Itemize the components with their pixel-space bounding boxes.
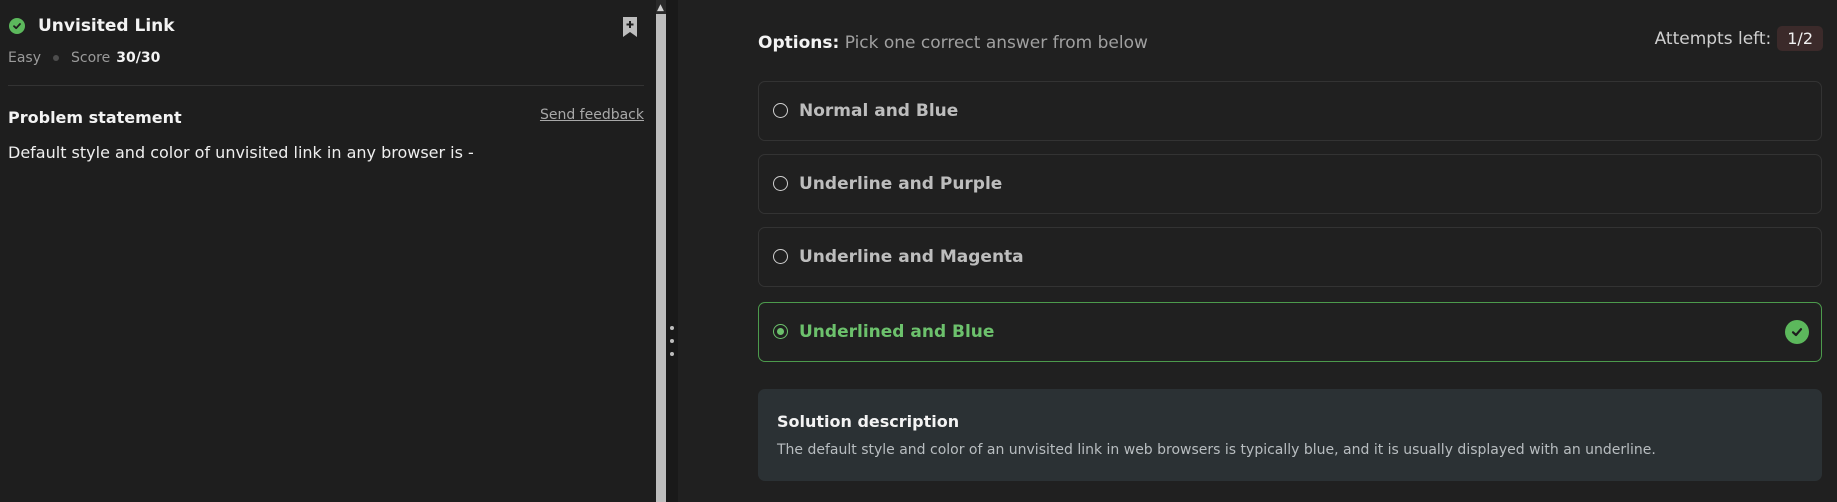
panel-resize-handle[interactable]: [666, 0, 678, 502]
radio-button[interactable]: [773, 176, 788, 191]
attempts-counter: Attempts left: 1/2: [1655, 26, 1823, 51]
problem-statement-text: Default style and color of unvisited lin…: [8, 143, 474, 162]
option-3[interactable]: Underline and Magenta: [758, 227, 1822, 287]
solution-box: Solution description The default style a…: [758, 389, 1822, 481]
option-1[interactable]: Normal and Blue: [758, 81, 1822, 141]
option-label: Underline and Purple: [799, 174, 1003, 194]
bookmark-add-icon[interactable]: [621, 16, 639, 38]
problem-title-row: Unvisited Link: [9, 16, 175, 36]
option-4-correct[interactable]: Underlined and Blue: [758, 302, 1822, 362]
radio-button[interactable]: [773, 249, 788, 264]
check-circle-icon: [9, 18, 25, 34]
option-2[interactable]: Underline and Purple: [758, 154, 1822, 214]
problem-title: Unvisited Link: [38, 16, 175, 36]
score-label: Score: [71, 50, 111, 66]
left-scrollbar-thumb[interactable]: [656, 14, 666, 502]
option-label: Underline and Magenta: [799, 247, 1024, 267]
attempts-label: Attempts left:: [1654, 28, 1772, 49]
vertical-dots-icon[interactable]: [670, 326, 674, 365]
options-heading-text: Pick one correct answer from below: [844, 33, 1148, 53]
options-heading: Options: Pick one correct answer from be…: [758, 33, 1148, 53]
radio-button[interactable]: [773, 103, 788, 118]
option-label: Normal and Blue: [799, 101, 959, 121]
options-panel: Options: Pick one correct answer from be…: [678, 0, 1837, 502]
solution-text: The default style and color of an unvisi…: [777, 442, 1656, 458]
score-value: 30/30: [116, 50, 161, 66]
separator-dot: [53, 55, 60, 61]
scroll-up-icon[interactable]: ▲: [657, 4, 664, 13]
problem-meta: Easy Score 30/30: [8, 50, 160, 66]
difficulty-label: Easy: [8, 50, 42, 66]
options-heading-bold: Options:: [758, 33, 840, 53]
divider-line: [8, 85, 644, 86]
radio-button-selected[interactable]: [773, 324, 788, 339]
check-circle-icon: [1785, 320, 1809, 344]
send-feedback-link[interactable]: Send feedback: [540, 107, 644, 123]
problem-panel: Unvisited Link Easy Score 30/30 Problem …: [0, 0, 656, 502]
problem-statement-label: Problem statement: [8, 108, 182, 127]
solution-title: Solution description: [777, 412, 960, 431]
attempts-badge: 1/2: [1777, 26, 1823, 51]
option-label: Underlined and Blue: [799, 322, 995, 342]
